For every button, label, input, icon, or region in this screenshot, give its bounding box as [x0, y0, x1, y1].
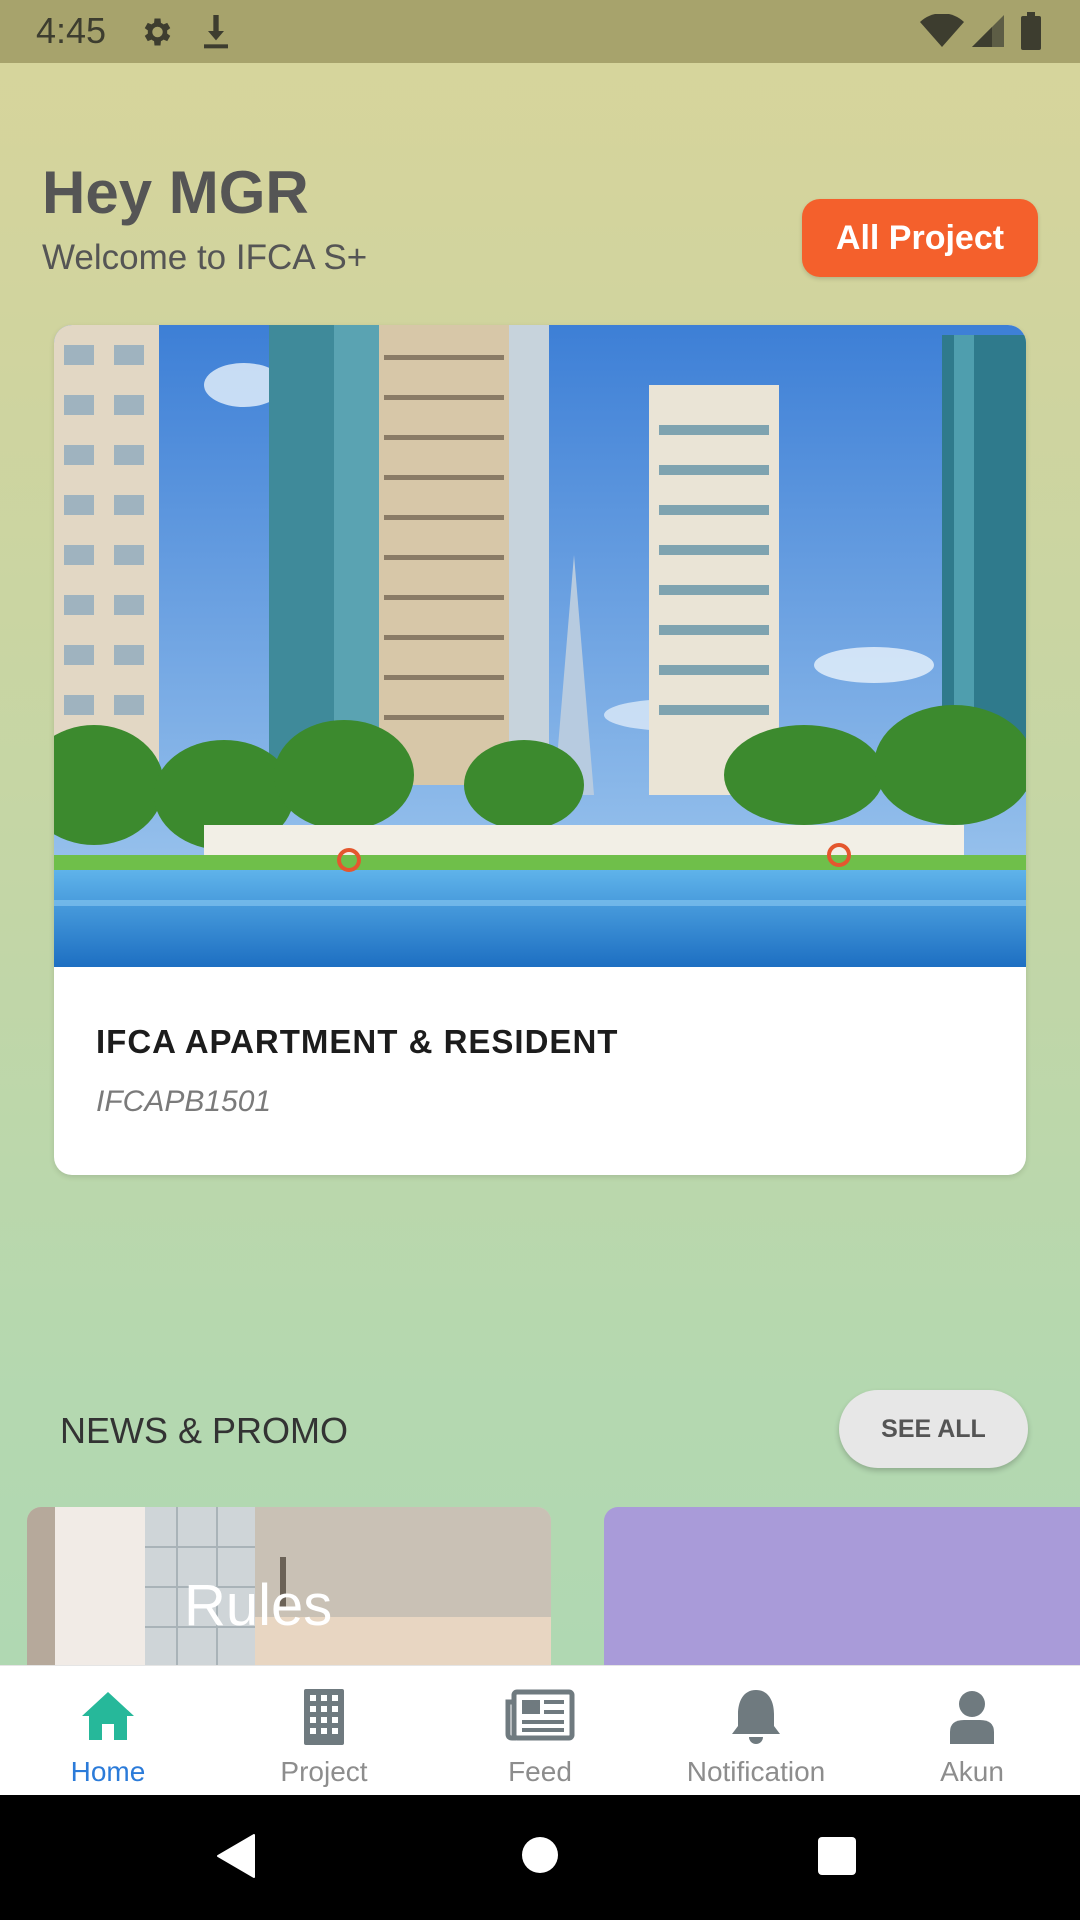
status-bar: 4:45: [0, 0, 1080, 63]
nav-item-notification[interactable]: Notification: [648, 1666, 864, 1796]
home-screen: 4:45 Hey MGR Welcome to IFCA S+ All Proj…: [0, 0, 1080, 1920]
system-navigation-bar: [0, 1795, 1080, 1920]
home-icon: [82, 1692, 134, 1740]
greeting-title: Hey MGR: [42, 159, 309, 226]
nav-label-feed: Feed: [508, 1756, 572, 1787]
news-section-title: NEWS & PROMO: [60, 1410, 349, 1451]
news-card-title: Rules: [184, 1573, 333, 1638]
person-icon: [950, 1691, 994, 1744]
bottom-navigation: Home Project Feed Notification Akun: [0, 1665, 1080, 1795]
see-all-button[interactable]: SEE ALL: [839, 1390, 1028, 1468]
project-name: IFCA APARTMENT & RESIDENT: [96, 1023, 619, 1060]
project-code: IFCAPB1501: [96, 1085, 272, 1118]
project-card[interactable]: IFCA APARTMENT & RESIDENT IFCAPB1501: [54, 325, 1026, 1175]
home-circle-icon[interactable]: [520, 1835, 560, 1875]
signal-icon: [972, 15, 1004, 47]
back-icon[interactable]: [216, 1833, 256, 1879]
nav-item-home[interactable]: Home: [0, 1666, 216, 1796]
nav-label-home: Home: [70, 1756, 146, 1787]
download-icon: [204, 15, 228, 49]
nav-item-project[interactable]: Project: [216, 1666, 432, 1796]
nav-label-akun: Akun: [940, 1756, 1004, 1787]
wifi-icon: [920, 14, 964, 47]
settings-icon: [144, 18, 171, 46]
status-time: 4:45: [36, 10, 107, 51]
project-image: [54, 325, 1026, 967]
recents-icon[interactable]: [816, 1835, 858, 1877]
battery-icon: [1021, 12, 1041, 50]
bell-icon: [732, 1690, 780, 1744]
nav-label-notification: Notification: [686, 1756, 826, 1787]
building-icon: [304, 1689, 344, 1745]
all-project-button[interactable]: All Project: [802, 199, 1038, 277]
welcome-subtitle: Welcome to IFCA S+: [42, 238, 368, 277]
newspaper-icon: [505, 1689, 575, 1741]
nav-item-feed[interactable]: Feed: [432, 1666, 648, 1796]
nav-label-project: Project: [280, 1756, 368, 1787]
nav-item-akun[interactable]: Akun: [864, 1666, 1080, 1796]
